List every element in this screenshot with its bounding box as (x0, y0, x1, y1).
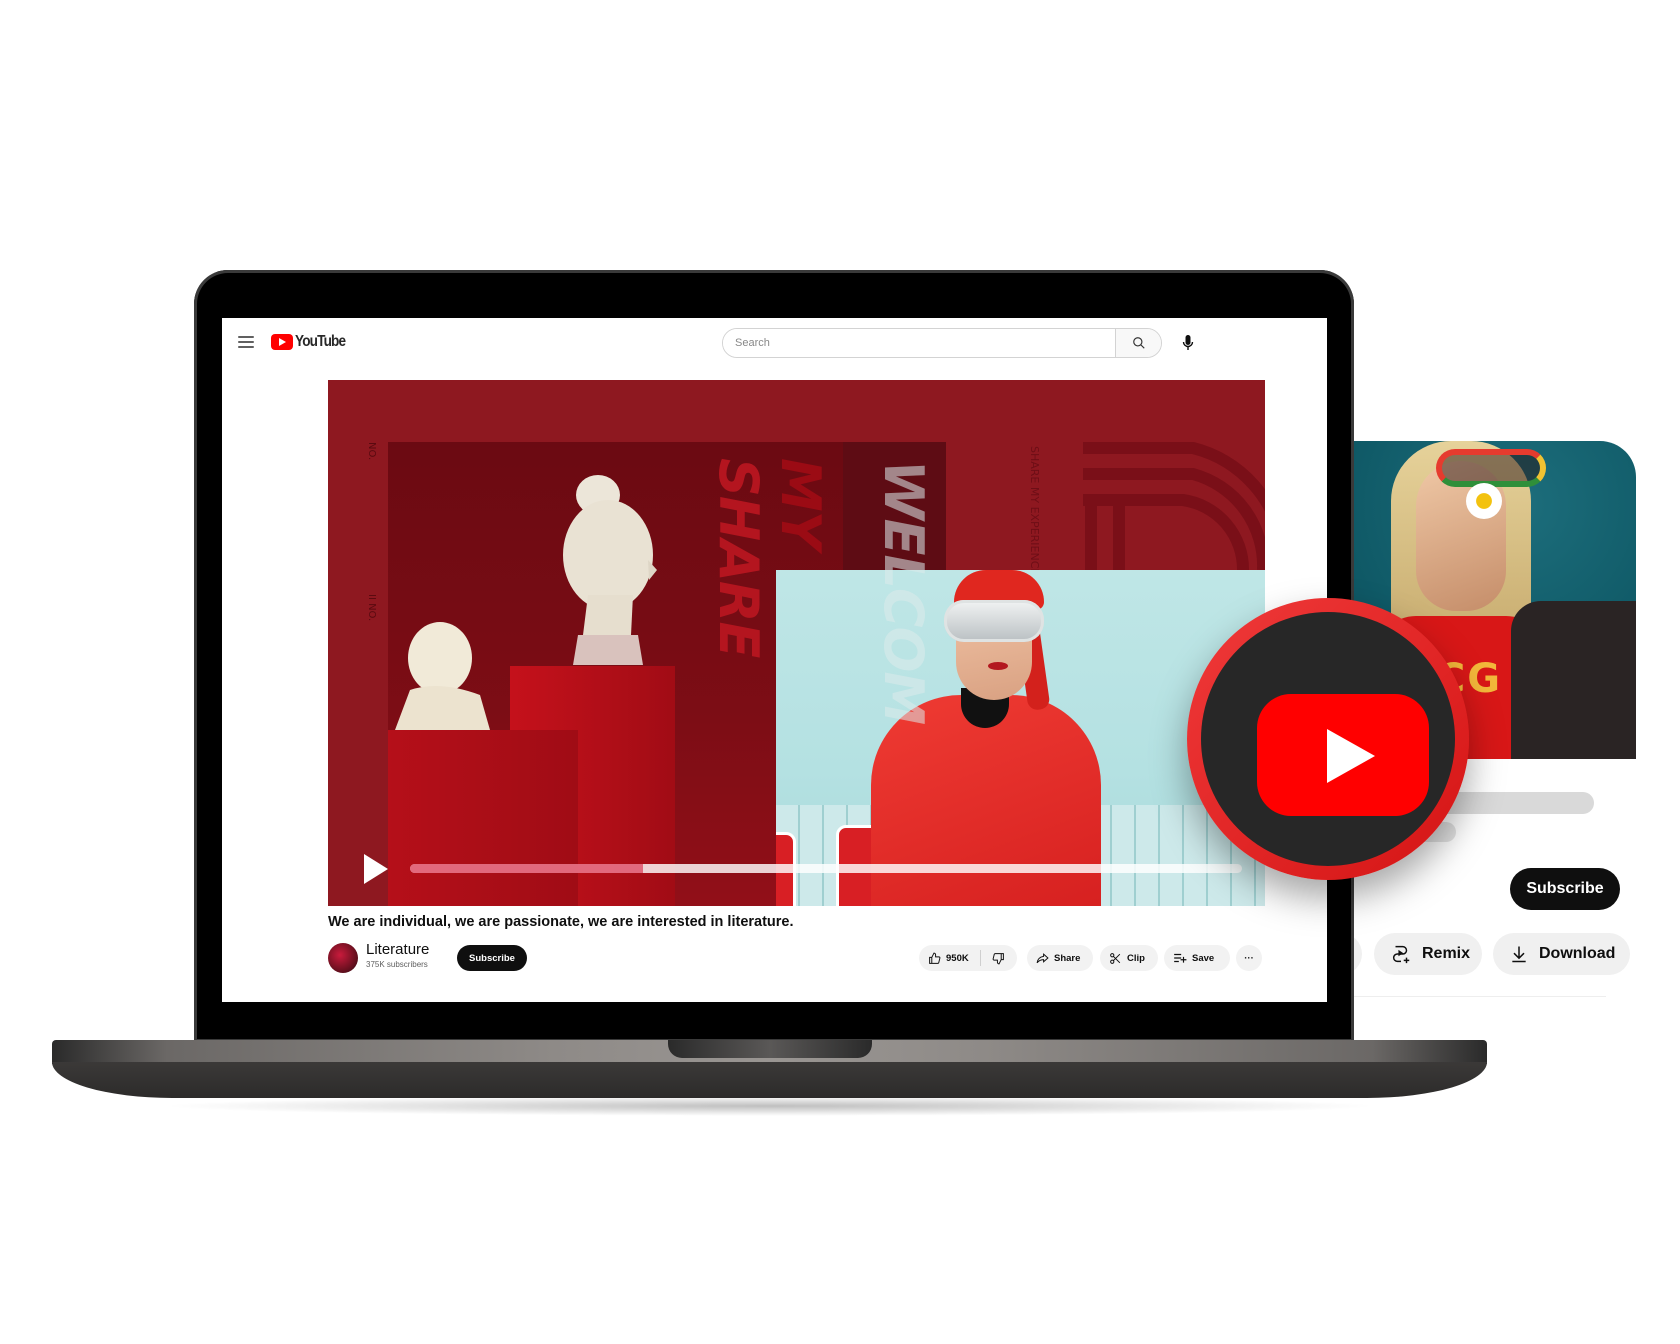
overlay-text-no-2: II NO. (366, 594, 377, 622)
more-actions-button[interactable]: ··· (1236, 945, 1262, 971)
search-input[interactable] (723, 329, 1115, 357)
decorative-d-graphic (1083, 442, 1265, 570)
save-button[interactable]: Save (1164, 945, 1230, 971)
clip-label: Clip (1127, 952, 1145, 964)
youtube-badge (1187, 598, 1469, 880)
hamburger-icon[interactable] (238, 336, 254, 348)
search-button[interactable] (1115, 329, 1161, 357)
youtube-logo-icon (271, 334, 293, 350)
save-label: Save (1192, 952, 1215, 964)
scissors-icon (1109, 952, 1122, 965)
like-count[interactable]: 950K (946, 953, 969, 964)
remix-icon (1390, 943, 1412, 965)
youtube-badge-inner (1201, 612, 1455, 866)
progress-fill (410, 864, 643, 873)
overlay-text-share: SHARE (707, 458, 770, 658)
subscriber-count: 375K subscribers (366, 960, 428, 969)
download-label: Download (1539, 945, 1616, 962)
share-icon (1036, 952, 1049, 965)
person-lips (988, 662, 1008, 670)
playlist-add-icon (1173, 952, 1187, 964)
video-title: We are individual, we are passionate, we… (328, 914, 794, 930)
laptop-shadow (160, 1096, 1380, 1116)
thumbs-up-icon[interactable] (928, 952, 941, 965)
microphone-button[interactable] (1180, 334, 1196, 352)
microphone-icon (1182, 335, 1194, 351)
youtube-logo-text: YouTube (295, 333, 346, 350)
divider (1350, 996, 1606, 997)
download-icon (1509, 944, 1529, 964)
youtube-play-logo-icon (1257, 694, 1429, 816)
search-bar (722, 328, 1162, 358)
play-icon[interactable] (364, 854, 388, 884)
share-label: Share (1054, 952, 1081, 964)
thumbnail-sunglasses (1436, 449, 1546, 487)
clip-button[interactable]: Clip (1100, 945, 1158, 971)
thumbnail-daisy (1466, 483, 1502, 519)
laptop-notch (668, 1040, 872, 1058)
youtube-header: YouTube (222, 318, 1327, 370)
thumbnail-jacket (1511, 601, 1636, 759)
channel-name[interactable]: Literature (366, 941, 429, 958)
search-icon (1132, 336, 1146, 350)
laptop-screen: YouTube NO. II NO. SHARE (222, 318, 1327, 1002)
promo-stage: GCG Subscribe Remix Download YouTube (0, 0, 1680, 1344)
side-subscribe-button[interactable]: Subscribe (1510, 868, 1620, 910)
sculpture-bust-large (563, 475, 657, 665)
youtube-logo[interactable]: YouTube (271, 333, 354, 351)
overlay-text-welcome: WELCOM (872, 460, 935, 725)
thumbs-down-icon[interactable] (992, 952, 1005, 965)
person-goggles (944, 600, 1044, 642)
download-button[interactable]: Download (1493, 933, 1630, 975)
more-icon: ··· (1244, 952, 1254, 964)
remix-label: Remix (1422, 945, 1471, 962)
remix-button[interactable]: Remix (1374, 933, 1482, 975)
like-divider (979, 950, 981, 966)
overlay-text-no: NO. (366, 442, 377, 461)
overlay-text-share-my-experience: SHARE MY EXPERIENCE (1028, 446, 1042, 576)
sculpture-bust-small (395, 622, 490, 730)
subscribe-button[interactable]: Subscribe (457, 945, 527, 971)
progress-bar[interactable] (410, 864, 1242, 873)
video-player[interactable]: NO. II NO. SHARE MY SHARE MY EXPERIENCE (328, 380, 1265, 906)
share-button[interactable]: Share (1027, 945, 1093, 971)
like-dislike-group: 950K (919, 945, 1017, 971)
overlay-text-my: MY (769, 458, 832, 549)
laptop-base-bottom (52, 1062, 1487, 1098)
channel-avatar[interactable] (328, 943, 358, 973)
pedestal-short (388, 730, 578, 906)
